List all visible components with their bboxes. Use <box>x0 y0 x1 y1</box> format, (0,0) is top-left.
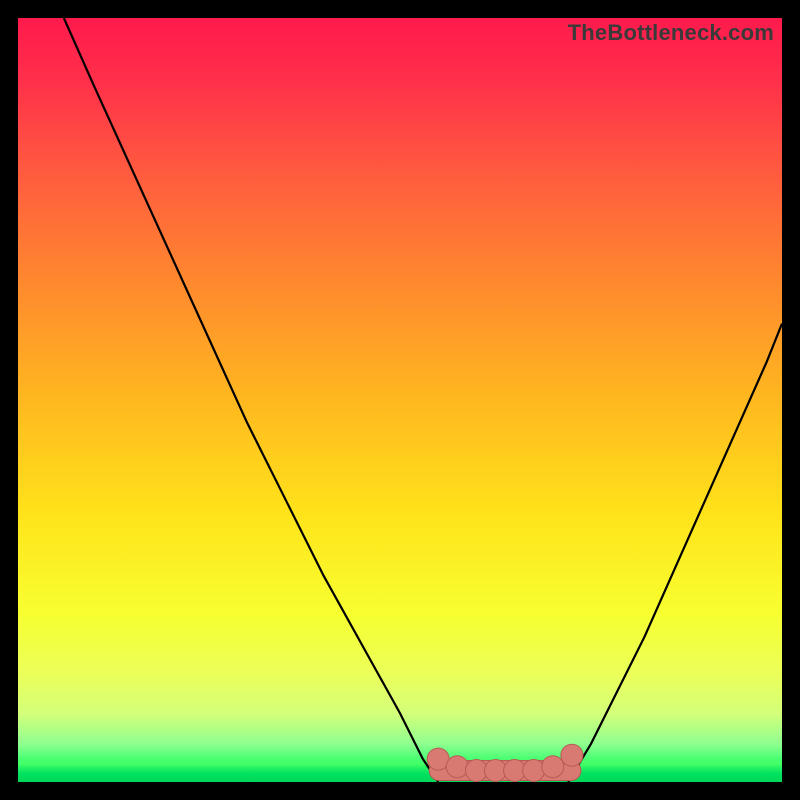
right-branch-curve <box>568 324 782 782</box>
marker-dot <box>561 744 583 766</box>
bottom-marker-row <box>427 744 583 781</box>
plot-area: TheBottleneck.com <box>18 18 782 782</box>
chart-frame: { "watermark": "TheBottleneck.com", "col… <box>0 0 800 800</box>
curve-layer <box>18 18 782 782</box>
marker-dot <box>542 756 564 778</box>
marker-dot <box>446 756 468 778</box>
marker-dot <box>523 760 545 782</box>
left-branch-curve <box>64 18 438 782</box>
